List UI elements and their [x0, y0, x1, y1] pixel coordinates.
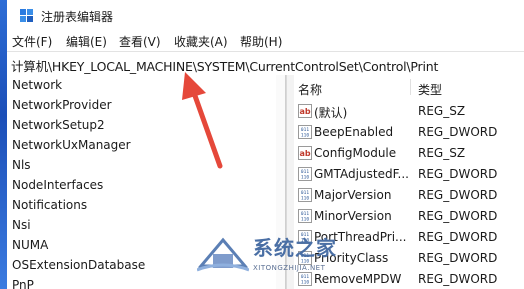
menu-view[interactable]: 查看(V): [119, 33, 161, 50]
svg-text:ab: ab: [299, 107, 310, 116]
value-row[interactable]: 011 110 MajorVersion REG_DWORD: [294, 185, 524, 206]
binary-value-icon: 011110: [298, 125, 312, 139]
value-type: REG_DWORD: [418, 209, 498, 223]
watermark-subtitle: XITONGZHIJIA.NET: [253, 264, 326, 272]
svg-text:011: 011: [301, 190, 309, 196]
svg-text:ab: ab: [299, 149, 310, 158]
column-header-type[interactable]: 类型: [418, 81, 442, 98]
binary-value-icon: 011110: [298, 209, 312, 223]
value-name: BeepEnabled: [314, 125, 394, 139]
binary-value-icon: 011110: [298, 188, 312, 202]
watermark-title: 系统之家: [253, 236, 337, 260]
menu-file[interactable]: 文件(F): [12, 33, 52, 50]
value-type: REG_DWORD: [418, 272, 498, 286]
tree-item[interactable]: NetworkSetup2: [12, 118, 105, 132]
tree-item[interactable]: PnP: [12, 278, 34, 289]
tree-item[interactable]: Nsi: [12, 218, 31, 232]
desktop-window-edge: [0, 0, 7, 289]
value-name: MinorVersion: [314, 209, 392, 223]
svg-text:011: 011: [301, 127, 309, 133]
tree-item[interactable]: NodeInterfaces: [12, 178, 103, 192]
svg-text:110: 110: [301, 175, 309, 181]
string-value-icon: ab: [298, 104, 312, 118]
tree-item[interactable]: OSExtensionDatabase: [12, 258, 145, 272]
menu-edit[interactable]: 编辑(E): [66, 33, 107, 50]
svg-text:011: 011: [301, 211, 309, 217]
value-type: REG_DWORD: [418, 125, 498, 139]
address-path[interactable]: 计算机\HKEY_LOCAL_MACHINE\SYSTEM\CurrentCon…: [11, 56, 438, 75]
tree-item[interactable]: NUMA: [12, 238, 48, 252]
svg-text:011: 011: [301, 169, 309, 175]
tree-item[interactable]: NetworkProvider: [12, 98, 112, 112]
window-title: 注册表编辑器: [41, 10, 114, 24]
value-type: REG_DWORD: [418, 167, 498, 181]
column-header-name[interactable]: 名称: [298, 81, 322, 98]
menu-bar: 文件(F) 编辑(E) 查看(V) 收藏夹(A) 帮助(H): [7, 31, 524, 51]
tree-item[interactable]: NetworkUxManager: [12, 138, 131, 152]
value-row[interactable]: ab ConfigModule REG_SZ: [294, 143, 524, 164]
string-value-icon: ab: [298, 146, 312, 160]
site-watermark: 系统之家 XITONGZHIJIA.NET: [197, 232, 337, 282]
regedit-app-icon: [20, 9, 33, 22]
value-name: ConfigModule: [314, 146, 397, 160]
address-bar[interactable]: 计算机\HKEY_LOCAL_MACHINE\SYSTEM\CurrentCon…: [7, 51, 524, 76]
tree-item[interactable]: Nls: [12, 158, 31, 172]
value-row[interactable]: 011 110 MinorVersion REG_DWORD: [294, 206, 524, 227]
value-name: (默认): [314, 106, 348, 120]
svg-text:110: 110: [301, 133, 309, 139]
watermark-logo-icon: [197, 237, 249, 272]
binary-value-icon: 011110: [298, 167, 312, 181]
value-row[interactable]: ab (默认) REG_SZ: [294, 101, 524, 122]
value-type: REG_DWORD: [418, 230, 498, 244]
value-name: GMTAdjustedF...: [314, 167, 409, 181]
value-type: REG_DWORD: [418, 188, 498, 202]
tree-item[interactable]: Notifications: [12, 198, 87, 212]
menu-help[interactable]: 帮助(H): [240, 33, 282, 50]
column-divider[interactable]: [410, 79, 411, 95]
value-row[interactable]: 011 110 GMTAdjustedF... REG_DWORD: [294, 164, 524, 185]
svg-text:110: 110: [301, 196, 309, 202]
value-type: REG_SZ: [418, 104, 466, 118]
tree-item[interactable]: Network: [12, 78, 62, 92]
svg-text:110: 110: [301, 217, 309, 223]
title-bar: 注册表编辑器: [7, 0, 524, 31]
value-type: REG_SZ: [418, 146, 466, 160]
value-type: REG_DWORD: [418, 251, 498, 265]
menu-favorites[interactable]: 收藏夹(A): [174, 33, 228, 50]
value-row[interactable]: 011 110 BeepEnabled REG_DWORD: [294, 122, 524, 143]
value-name: MajorVersion: [314, 188, 392, 202]
